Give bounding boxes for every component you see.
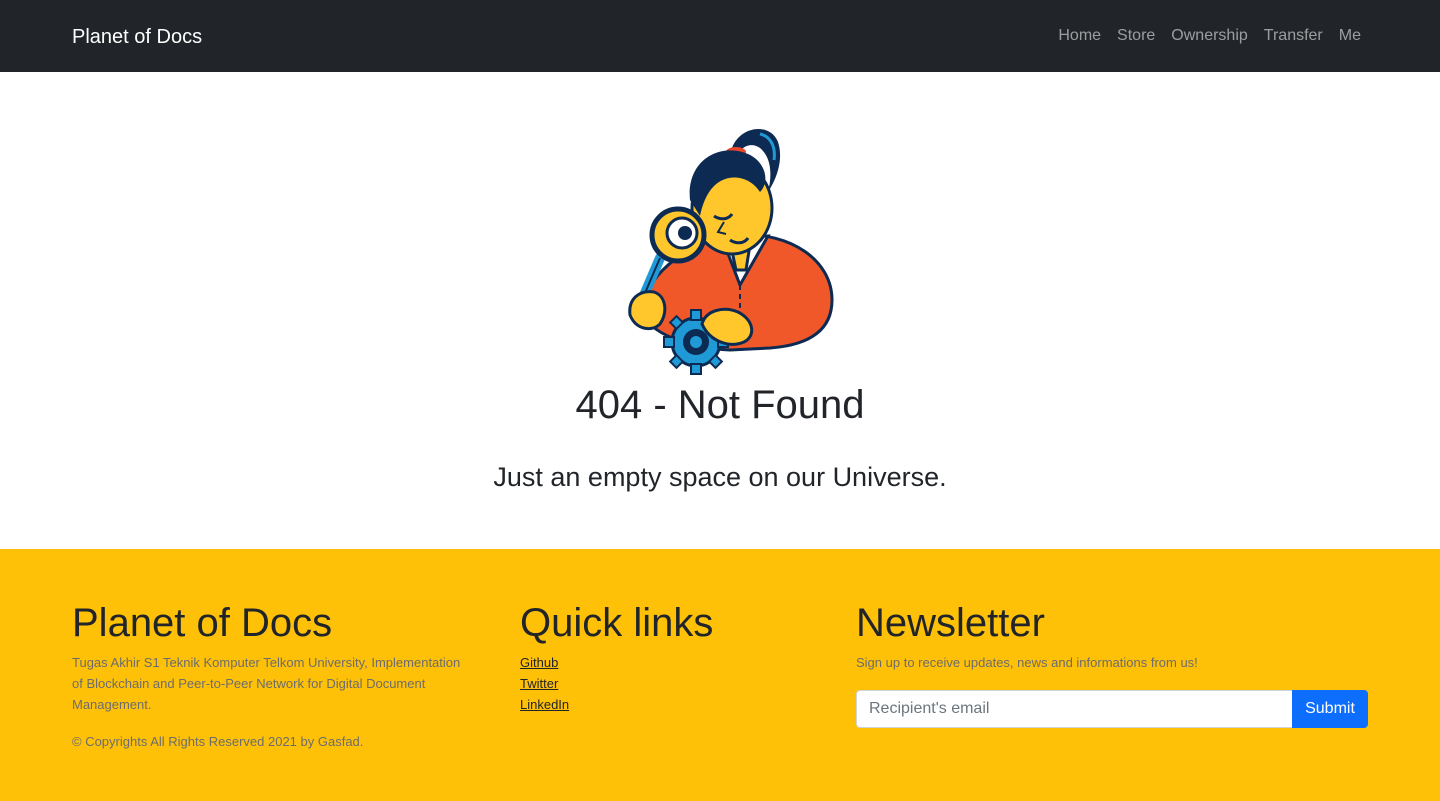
- footer-about: Planet of Docs Tugas Akhir S1 Teknik Kom…: [72, 599, 472, 752]
- navbar: Planet of Docs Home Store Ownership Tran…: [0, 0, 1440, 72]
- footer-copyright: © Copyrights All Rights Reserved 2021 by…: [72, 734, 364, 749]
- newsletter-form: Submit: [856, 690, 1368, 728]
- github-link[interactable]: Github: [520, 652, 820, 673]
- nav-link-store[interactable]: Store: [1117, 26, 1155, 46]
- footer-newsletter: Newsletter Sign up to receive updates, n…: [856, 599, 1368, 728]
- footer-quick-links: Quick links Github Twitter LinkedIn: [520, 599, 820, 715]
- nav-link-transfer[interactable]: Transfer: [1264, 26, 1323, 46]
- nav-link-home[interactable]: Home: [1058, 26, 1101, 46]
- footer-about-text: Tugas Akhir S1 Teknik Komputer Telkom Un…: [72, 655, 461, 712]
- navbar-brand[interactable]: Planet of Docs: [72, 24, 202, 50]
- nav-link-ownership[interactable]: Ownership: [1171, 26, 1247, 46]
- nav-link-me[interactable]: Me: [1339, 26, 1361, 46]
- linkedin-link[interactable]: LinkedIn: [520, 694, 820, 715]
- footer: Planet of Docs Tugas Akhir S1 Teknik Kom…: [0, 549, 1440, 801]
- newsletter-submit-button[interactable]: Submit: [1292, 690, 1368, 728]
- page-title: 404 - Not Found: [575, 383, 865, 427]
- footer-about-heading: Planet of Docs: [72, 601, 333, 645]
- footer-newsletter-heading: Newsletter: [856, 601, 1045, 645]
- twitter-link[interactable]: Twitter: [520, 673, 820, 694]
- footer-quick-links-heading: Quick links: [520, 601, 714, 645]
- page-subtitle: Just an empty space on our Universe.: [493, 462, 947, 492]
- newsletter-description: Sign up to receive updates, news and inf…: [856, 655, 1198, 670]
- nav-links: Home Store Ownership Transfer Me: [1058, 26, 1361, 46]
- not-found-illustration: [610, 120, 840, 375]
- quick-links-list: Github Twitter LinkedIn: [520, 652, 820, 715]
- newsletter-email-input[interactable]: [856, 690, 1292, 728]
